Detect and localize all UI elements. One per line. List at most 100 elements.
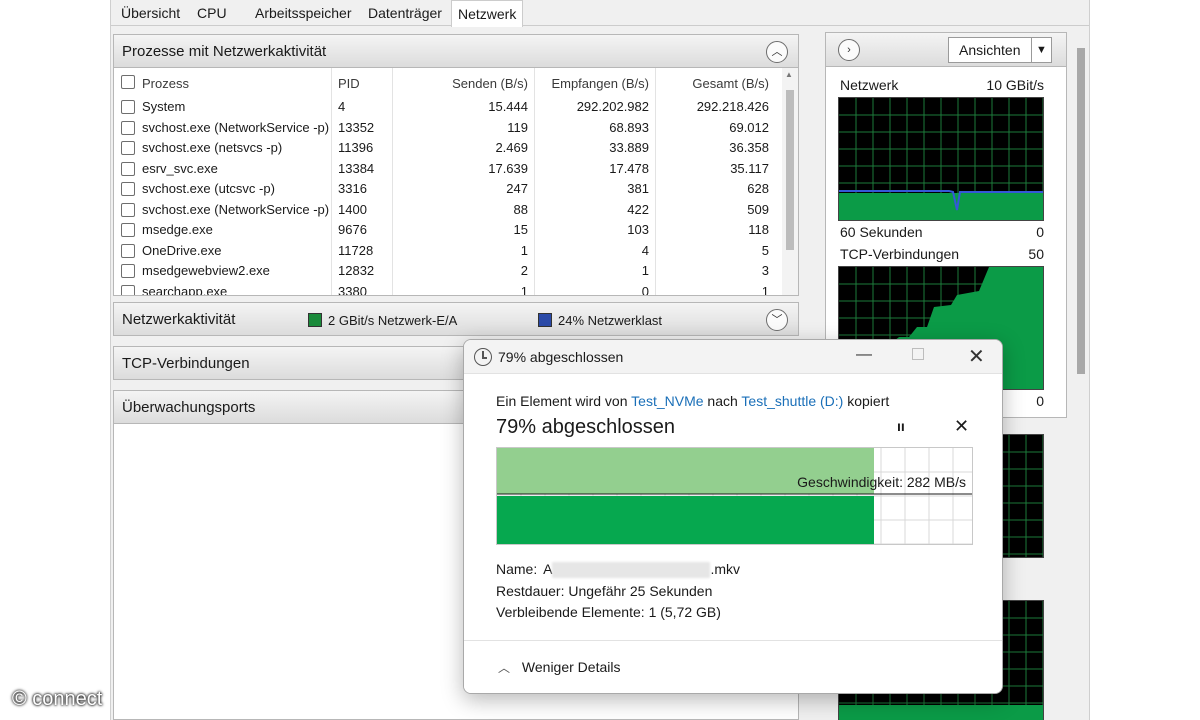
scroll-up-icon[interactable]: ▲ [785,70,793,79]
pid-cell: 11728 [338,242,374,258]
process-name-cell: OneDrive.exe [142,242,222,258]
table-row[interactable]: svchost.exe (NetworkService -p) 1400 88 422… [114,200,784,220]
column-header-pid[interactable]: PID [338,76,360,91]
row-checkbox[interactable] [121,182,135,196]
legend-network-io: 2 GBit/s Netzwerk-E/A [328,313,458,328]
minimize-button[interactable]: — [856,346,872,364]
processes-section-header[interactable]: Prozesse mit Netzwerkaktivität ︿ [113,34,799,68]
forward-button[interactable]: › [838,39,860,61]
row-checkbox[interactable] [121,141,135,155]
tab-disk[interactable]: Datenträger [362,0,448,26]
remaining-items-value: 1 (5,72 GB) [648,604,721,620]
total-cell: 628 [747,181,769,196]
network-graph-time: 60 Sekunden [840,224,923,240]
row-checkbox[interactable] [121,161,135,176]
tab-bar: Übersicht CPU Arbeitsspeicher Datenträge… [111,0,1089,27]
process-table-scrollbar[interactable]: ▲ [782,68,798,295]
pid-cell: 1400 [338,201,367,217]
process-name-cell: svchost.exe (netsvcs -p) [142,140,283,155]
column-header-send[interactable]: Senden (B/s) [414,76,528,91]
table-row[interactable]: esrv_svc.exe 13384 17.639 17.478 35.117 [114,159,784,179]
chevron-up-icon: ︿ [498,661,511,675]
row-checkbox[interactable] [121,264,135,278]
send-cell: 15.444 [488,99,528,114]
tab-network[interactable]: Netzwerk [451,0,524,27]
remaining-items-row: Verbleibende Elemente: 1 (5,72 GB) [496,604,721,620]
column-header-total[interactable]: Gesamt (B/s) [659,76,769,91]
network-graph-max: 10 GBit/s [986,77,1044,93]
close-button[interactable]: ✕ [968,344,985,369]
table-row[interactable]: svchost.exe (NetworkService -p) 13352 119 6… [114,118,784,138]
total-cell: 35.117 [730,160,769,176]
right-scrollbar[interactable] [1073,32,1089,720]
tcp-graph-title: TCP-Verbindungen [840,246,960,262]
send-cell: 2.469 [495,140,528,155]
less-details-button[interactable]: ︿ Weniger Details [498,659,620,676]
pid-cell: 3316 [338,181,367,196]
table-row[interactable]: OneDrive.exe 11728 1 4 5 [114,241,784,261]
pid-cell: 13352 [338,119,375,135]
chevron-down-icon: ﹀ [771,314,783,326]
collapse-button[interactable]: ︿ [766,41,788,63]
dialog-title: 79% abgeschlossen [498,349,624,365]
row-checkbox[interactable] [121,223,135,237]
remaining-time-row: Restdauer: Ungefähr 25 Sekunden [496,583,712,599]
column-header-process[interactable]: Prozess [142,76,189,91]
cancel-copy-button[interactable]: ✕ [954,416,969,437]
row-checkbox[interactable] [121,243,135,258]
views-button-label: Ansichten [959,42,1021,58]
views-dropdown[interactable]: Ansichten ▼ [948,37,1052,63]
receive-cell: 0 [641,283,649,296]
pid-cell: 11396 [338,140,374,155]
pid-cell: 4 [338,99,346,114]
description-suffix: kopiert [847,393,890,409]
process-name-cell: svchost.exe (NetworkService -p) [142,201,330,217]
table-row[interactable]: svchost.exe (utcsvc -p) 3316 247 381 628 [114,179,784,199]
maximize-button[interactable] [912,348,924,360]
table-row[interactable]: System 4 15.444 292.202.982 292.218.426 [114,97,784,117]
transfer-speed-graph: Geschwindigkeit: 282 MB/s [496,447,973,545]
select-all-checkbox[interactable] [121,75,135,89]
tab-overview[interactable]: Übersicht [115,0,186,26]
progress-heading: 79% abgeschlossen [496,416,676,438]
network-graph-plot [839,98,1043,220]
receive-cell: 4 [641,242,649,258]
dropdown-arrow-icon[interactable]: ▼ [1031,38,1051,62]
row-checkbox[interactable] [121,202,135,217]
row-checkbox[interactable] [121,100,135,114]
name-value-end: .mkv [710,561,741,577]
network-activity-title: Netzwerkaktivität [122,311,236,328]
tab-memory[interactable]: Arbeitsspeicher [249,0,358,26]
row-checkbox[interactable] [121,284,135,295]
table-row[interactable]: msedge.exe 9676 15 103 118 [114,220,784,240]
scrollbar-thumb[interactable] [786,90,794,250]
process-name-cell: msedgewebview2.exe [142,263,270,278]
receive-cell: 422 [627,201,649,217]
right-scrollbar-thumb[interactable] [1077,48,1085,374]
clock-icon [474,348,492,366]
receive-cell: 68.893 [609,119,649,135]
tcp-graph-max: 50 [1028,246,1044,262]
pause-button[interactable]: ıı [897,418,905,434]
tab-cpu[interactable]: CPU [191,0,233,26]
file-name-row: Name: A .mkv [496,561,741,579]
table-row[interactable]: svchost.exe (netsvcs -p) 11396 2.469 33.889… [114,138,784,158]
network-graph [838,97,1044,221]
destination-link[interactable]: Test_shuttle (D:) [741,393,843,409]
network-activity-section-header[interactable]: Netzwerkaktivität 2 GBit/s Netzwerk-E/A … [113,302,799,336]
speed-label: Geschwindigkeit: 282 MB/s [797,474,966,490]
listening-ports-title: Überwachungsports [122,399,256,416]
table-row[interactable]: msedgewebview2.exe 12832 2 1 3 [114,261,784,281]
send-cell: 1 [520,242,528,258]
process-name-cell: esrv_svc.exe [142,160,218,176]
table-row[interactable]: searchapp.exe 3380 1 0 1 [114,282,784,296]
remaining-items-label: Verbleibende Elemente: [496,604,645,620]
speed-graph-plot [497,448,972,544]
chevron-right-icon: › [847,44,851,56]
row-checkbox[interactable] [121,120,135,135]
send-cell: 247 [506,181,528,196]
source-link[interactable]: Test_NVMe [631,393,703,409]
process-name-cell: svchost.exe (utcsvc -p) [142,181,275,196]
column-header-receive[interactable]: Empfangen (B/s) [539,76,649,91]
expand-button[interactable]: ﹀ [766,309,788,331]
